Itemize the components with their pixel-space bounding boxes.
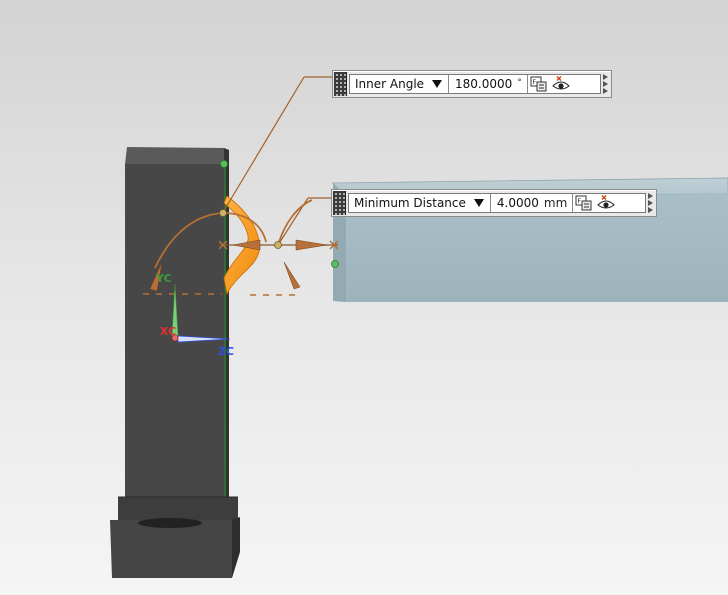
minimum-distance-dimension-box[interactable]: Minimum Distance 4.0000 mm F= — [331, 189, 657, 217]
minimum-distance-label: Minimum Distance — [354, 196, 466, 210]
formula-icon[interactable]: F= — [530, 76, 548, 92]
plate-point-handle[interactable] — [331, 260, 339, 268]
drag-grip[interactable] — [334, 72, 347, 96]
inner-angle-unit: ° — [517, 78, 522, 88]
inner-angle-dimension-box[interactable]: Inner Angle 180.0000 ° F= — [332, 70, 612, 98]
arrow-right-handle[interactable] — [295, 239, 328, 251]
angle-arc-right[interactable] — [277, 199, 313, 246]
option-scroll-arrows[interactable] — [601, 74, 609, 94]
visibility-toggle-icon[interactable] — [597, 195, 616, 211]
inner-angle-label: Inner Angle — [355, 77, 425, 91]
inner-angle-value-input[interactable]: 180.0000 — [449, 77, 515, 91]
drag-grip[interactable] — [333, 191, 346, 215]
triad-label-x: XC — [160, 325, 177, 338]
visibility-toggle-icon[interactable] — [552, 76, 570, 92]
formula-icon[interactable]: F= — [575, 195, 593, 211]
triad-label-y: YC — [156, 272, 172, 285]
edge-point-handle[interactable] — [220, 160, 228, 168]
dropdown-arrow-icon[interactable] — [432, 80, 443, 88]
drag-point-handle[interactable] — [274, 241, 282, 249]
inner-angle-leader — [221, 76, 305, 215]
dropdown-arrow-icon[interactable] — [473, 199, 484, 207]
option-scroll-arrows[interactable] — [646, 193, 654, 213]
triad-label-z: ZC — [218, 345, 235, 358]
minimum-distance-unit: mm — [543, 196, 568, 210]
minimum-distance-value-input[interactable]: 4.0000 — [491, 196, 542, 210]
drag-point-handle[interactable] — [219, 209, 227, 217]
distance-cone-handle[interactable] — [283, 261, 301, 290]
